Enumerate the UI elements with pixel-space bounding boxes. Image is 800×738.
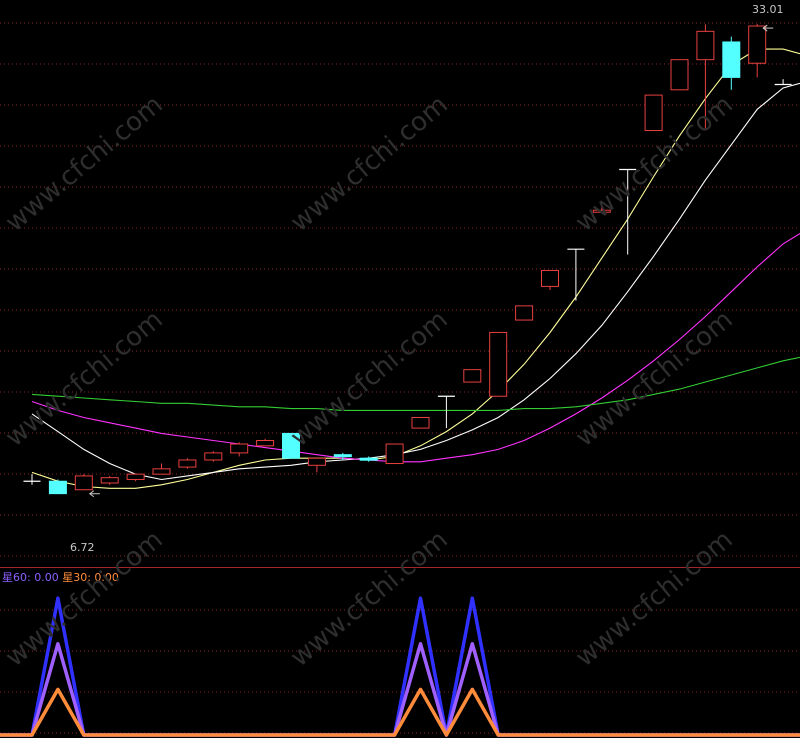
candle-body (644, 94, 663, 132)
indicator-legend: 星60: 0.00 星30: 0.00 (2, 569, 119, 585)
chart-window: 星60: 0.00 星30: 0.00 6.72 33.01 www.cfchi… (0, 0, 800, 738)
candle-body (230, 443, 249, 454)
low-price-label: 6.72 (70, 541, 95, 554)
high-price-value: 33.01 (752, 3, 784, 16)
legend-star60: 星60: 0.00 (2, 571, 59, 584)
candle-body (489, 331, 508, 397)
candle-body (333, 454, 352, 458)
high-price-label: 33.01 (752, 3, 784, 16)
candle-body (178, 459, 197, 468)
candle-body (48, 480, 67, 495)
candle-body (385, 443, 404, 465)
candle-body (722, 41, 741, 78)
candle-body (696, 30, 715, 61)
candle-body (748, 25, 767, 64)
candle-body (411, 416, 430, 429)
candle-body (670, 59, 689, 91)
candle-body (359, 457, 378, 461)
legend-star30: 星30: 0.00 (62, 571, 119, 584)
candle-body (592, 209, 611, 213)
candle-body (541, 269, 559, 287)
candle-body (463, 369, 482, 383)
candle-body (152, 468, 171, 475)
candle-body (74, 475, 93, 491)
candle-body (282, 432, 300, 459)
candle-body (100, 477, 119, 484)
chart-canvas (0, 22, 800, 737)
low-price-value: 6.72 (70, 541, 95, 554)
moving-average-line (31, 356, 800, 411)
indicator-line (0, 642, 800, 737)
candle-body (515, 305, 534, 321)
candle-body (256, 439, 275, 447)
candle-body (204, 452, 223, 461)
candle-body (307, 457, 326, 466)
candle-body (126, 473, 145, 480)
